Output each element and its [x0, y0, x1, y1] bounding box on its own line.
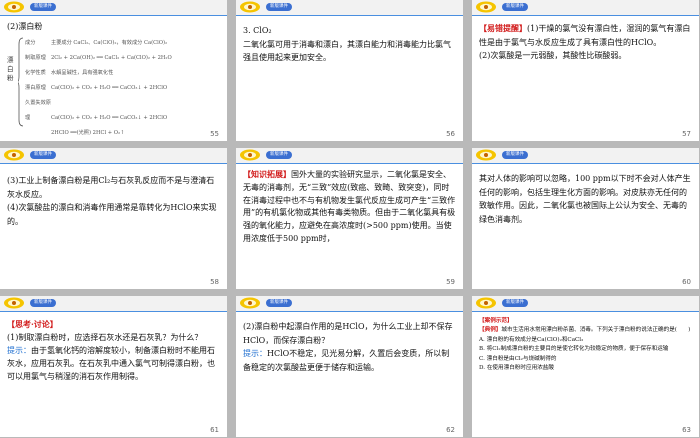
slide-paragraph: 【易错提醒】(1)干燥的氯气没有漂白性，湿润的氯气有漂白性是由于氯气与水反应生成…	[479, 23, 691, 47]
slide-body: 【知识拓展】国外大量的实验研究显示，二氧化氯是安全、无毒的消毒剂，无“三致”效应…	[243, 168, 456, 246]
slide-58[interactable]: 新版课件 (3)工业上制备漂白粉是用Cl₂与石灰乳反应而不是与澄清石灰水反应。 …	[0, 148, 227, 289]
slide-header: 新版课件	[236, 148, 463, 164]
slide-59[interactable]: 新版课件 【知识拓展】国外大量的实验研究显示，二氧化氯是安全、无毒的消毒剂，无“…	[236, 148, 463, 289]
diagram-root: 漂白粉	[7, 56, 14, 82]
slide-number: 63	[682, 426, 691, 434]
tag-label: 【思考·讨论】	[7, 319, 58, 329]
slide-61[interactable]: 新版课件 【思考·讨论】 (1)制取漂白粉时，应选择石灰水还是石灰乳？为什么？ …	[0, 296, 227, 437]
slide-header: 新版课件	[472, 148, 699, 164]
slide-body: (2)漂白粉	[7, 20, 220, 34]
slide-number: 60	[682, 278, 691, 286]
header-badge: 新版课件	[502, 151, 528, 159]
slide-body: 3. ClO₂ 二氧化氯可用于消毒和漂白，其漂白能力和消毒能力比氯气强且使用起来…	[243, 24, 456, 65]
logo-icon	[4, 297, 24, 309]
slide-header: 新版课件	[236, 0, 463, 16]
diagram-row: 漂白原理 Ca(ClO)₂ + CO₂ + H₂O ══ CaCO₃↓ + 2HC…	[25, 85, 168, 91]
slide-header: 新版课件	[472, 296, 699, 312]
hint-label: 提示：	[243, 349, 267, 358]
slide-paragraph: (4)次氯酸盐的漂白和消毒作用通常是靠转化为HClO来实现的。	[7, 203, 217, 226]
slide-body: (3)工业上制备漂白粉是用Cl₂与石灰乳反应而不是与澄清石灰水反应。 (4)次氯…	[7, 174, 220, 228]
diagram-rows: 成分 主要成分 CaCl₂、Ca(ClO)₂，有效成分 Ca(ClO)₂ 制取原理…	[25, 36, 222, 141]
slide-header: 新版课件	[472, 0, 699, 16]
logo-icon	[476, 297, 496, 309]
slide-header: 新版课件	[236, 296, 463, 312]
hint-paragraph: 提示：由于氢氧化钙的溶解度较小，制备漂白粉时不能用石灰水，应用石灰乳。在石灰乳中…	[7, 346, 215, 381]
slide-number: 59	[446, 278, 455, 286]
question-text: (2)漂白粉中起漂白作用的是HClO，为什么工业上却不保存HClO，而保存漂白粉…	[243, 322, 453, 345]
logo-icon	[476, 1, 496, 13]
logo-icon	[240, 149, 260, 161]
hint-paragraph: 提示：HClO不稳定，见光易分解，久置后会变质，所以制备稳定的次氯酸盐更便于储存…	[243, 349, 450, 372]
slide-body: 【思考·讨论】 (1)制取漂白粉时，应选择石灰水还是石灰乳？为什么？ 提示：由于…	[7, 318, 220, 383]
tag-label: 【知识拓展】	[243, 169, 291, 179]
header-badge: 新版课件	[30, 151, 56, 159]
header-badge: 新版课件	[266, 151, 292, 159]
question-text: 【典例】城市生活用水常用漂白粉杀菌、消毒。下列关于漂白粉的说法正确的是( )	[479, 327, 691, 334]
slide-55[interactable]: 新版课件 (2)漂白粉 漂白粉 成分 主要成分 CaCl₂、Ca(ClO)₂，有效…	[0, 0, 227, 141]
diagram-brace	[18, 37, 24, 127]
hint-label: 提示：	[7, 346, 31, 355]
option-a: A. 漂白粉的有效成分是Ca(ClO)₂和CaCl₂	[479, 336, 584, 343]
tag-label: 【案例示范】	[479, 318, 513, 324]
header-badge: 新版课件	[266, 299, 292, 307]
slide-57[interactable]: 新版课件 【易错提醒】(1)干燥的氯气没有漂白性，湿润的氯气有漂白性是由于氯气与…	[472, 0, 699, 141]
slide-paragraph: (2)次氯酸是一元弱酸，其酸性比碳酸弱。	[479, 51, 627, 60]
slide-62[interactable]: 新版课件 (2)漂白粉中起漂白作用的是HClO，为什么工业上却不保存HClO，而…	[236, 296, 463, 437]
header-badge: 新版课件	[30, 3, 56, 11]
header-badge: 新版课件	[30, 299, 56, 307]
slide-paragraph: 二氧化氯可用于消毒和漂白，其漂白能力和消毒能力比氯气强且使用起来更加安全。	[243, 39, 451, 63]
diagram-row: 2HClO ══(光照) 2HCl + O₂↑	[51, 130, 125, 136]
slide-paragraph: 其对人体的影响可以忽略，100 ppm以下时不会对人体产生任何的影响，包括生理生…	[479, 174, 691, 224]
logo-icon	[4, 1, 24, 13]
slide-paragraph: 【知识拓展】国外大量的实验研究显示，二氧化氯是安全、无毒的消毒剂，无“三致”效应…	[243, 169, 456, 243]
option-b: B. 将Cl₂制成漂白粉的主要目的是使它转化为较稳定的物质，便于保存和运输	[479, 346, 669, 353]
slide-number: 56	[446, 130, 455, 138]
bleach-diagram: 漂白粉 成分 主要成分 CaCl₂、Ca(ClO)₂，有效成分 Ca(ClO)₂ …	[7, 36, 222, 136]
slide-body: 【案例示范】 【典例】城市生活用水常用漂白粉杀菌、消毒。下列关于漂白粉的说法正确…	[479, 317, 691, 373]
slide-number: 62	[446, 426, 455, 434]
slide-number: 57	[682, 130, 691, 138]
slide-title: (2)漂白粉	[7, 22, 43, 31]
slide-number: 58	[210, 278, 219, 286]
slide-body: (2)漂白粉中起漂白作用的是HClO，为什么工业上却不保存HClO，而保存漂白粉…	[243, 320, 456, 374]
diagram-row: 制取原理 2Cl₂ + 2Ca(OH)₂ ══ CaCl₂ + Ca(ClO)₂ …	[25, 55, 172, 61]
option-c: C. 漂白粉是由Cl₂与烧碱制得的	[479, 355, 557, 362]
logo-icon	[4, 149, 24, 161]
logo-icon	[476, 149, 496, 161]
tag-label: 【易错提醒】	[479, 23, 527, 33]
slide-header: 新版课件	[0, 296, 227, 312]
slide-header: 新版课件	[0, 148, 227, 164]
diagram-row: 久置失效原理 Ca(ClO)₂ + CO₂ + H₂O ══ CaCO₃↓ + 2…	[25, 100, 168, 121]
diagram-row: 化学性质 水解呈碱性，具有强氧化性	[25, 70, 114, 76]
slide-header: 新版课件	[0, 0, 227, 16]
example-label: 【典例】	[479, 327, 502, 334]
header-badge: 新版课件	[502, 3, 528, 11]
slide-paragraph: (3)工业上制备漂白粉是用Cl₂与石灰乳反应而不是与澄清石灰水反应。	[7, 176, 215, 199]
slide-number: 55	[210, 130, 219, 138]
slide-60[interactable]: 新版课件 其对人体的影响可以忽略，100 ppm以下时不会对人体产生任何的影响，…	[472, 148, 699, 289]
question-text: (1)制取漂白粉时，应选择石灰水还是石灰乳？为什么？	[7, 333, 203, 342]
option-d: D. 在使用漂白粉时应用浓盐酸	[479, 365, 554, 372]
slide-56[interactable]: 新版课件 3. ClO₂ 二氧化氯可用于消毒和漂白，其漂白能力和消毒能力比氯气强…	[236, 0, 463, 141]
diagram-row: 成分 主要成分 CaCl₂、Ca(ClO)₂，有效成分 Ca(ClO)₂	[25, 40, 168, 46]
slide-number: 61	[210, 426, 219, 434]
logo-icon	[240, 1, 260, 13]
logo-icon	[240, 297, 260, 309]
slide-body: 其对人体的影响可以忽略，100 ppm以下时不会对人体产生任何的影响，包括生理生…	[479, 172, 692, 226]
slide-63[interactable]: 新版课件 【案例示范】 【典例】城市生活用水常用漂白粉杀菌、消毒。下列关于漂白粉…	[472, 296, 699, 437]
slide-body: 【易错提醒】(1)干燥的氯气没有漂白性，湿润的氯气有漂白性是由于氯气与水反应生成…	[479, 22, 692, 63]
header-badge: 新版课件	[502, 299, 528, 307]
header-badge: 新版课件	[266, 3, 292, 11]
slide-title: 3. ClO₂	[243, 26, 272, 35]
